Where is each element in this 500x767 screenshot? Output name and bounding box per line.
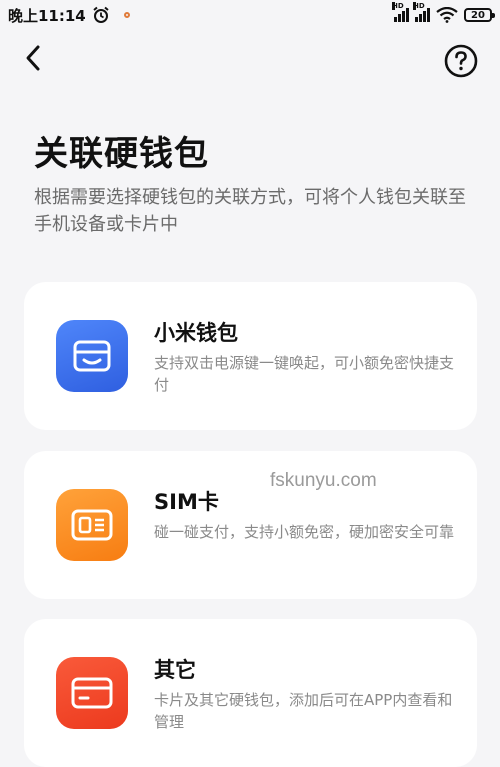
option-sim-card[interactable]: SIM卡 碰一碰支付，支持小额免密，硬加密安全可靠 bbox=[24, 451, 477, 599]
battery-icon: 20 bbox=[464, 8, 495, 22]
option-other[interactable]: 其它 卡片及其它硬钱包，添加后可在APP内查看和管理 bbox=[24, 619, 477, 767]
option-title: SIM卡 bbox=[154, 490, 219, 514]
back-button[interactable] bbox=[18, 42, 48, 74]
alarm-icon bbox=[93, 6, 109, 23]
signal-2-icon: HD bbox=[413, 2, 430, 22]
watermark-text: fskunyu.com bbox=[270, 470, 377, 491]
option-description: 卡片及其它硬钱包，添加后可在APP内查看和管理 bbox=[154, 691, 453, 731]
chevron-left-icon bbox=[26, 45, 40, 71]
status-bar: 晚上11:14 HD HD 20 bbox=[0, 0, 500, 30]
status-left: 晚上11:14 bbox=[8, 5, 130, 26]
option-icon-bg bbox=[56, 489, 128, 561]
option-title: 小米钱包 bbox=[154, 321, 238, 345]
sim-card-icon bbox=[71, 509, 113, 541]
status-time: 晚上11:14 bbox=[8, 6, 86, 25]
card-icon bbox=[71, 677, 113, 709]
option-description: 支持双击电源键一键唤起，可小额免密快捷支付 bbox=[154, 354, 455, 394]
help-button[interactable] bbox=[444, 44, 478, 78]
wifi-icon bbox=[436, 7, 458, 23]
page-title: 关联硬钱包 bbox=[34, 134, 209, 174]
option-description: 碰一碰支付，支持小额免密，硬加密安全可靠 bbox=[154, 523, 455, 541]
question-circle-icon bbox=[444, 44, 478, 78]
option-icon-bg bbox=[56, 320, 128, 392]
page-description: 根据需要选择硬钱包的关联方式，可将个人钱包关联至手机设备或卡片中 bbox=[34, 187, 466, 235]
notification-dot-icon bbox=[123, 12, 130, 18]
option-icon-bg bbox=[56, 657, 128, 729]
wallet-icon bbox=[73, 340, 111, 372]
signal-1-icon: HD bbox=[392, 2, 409, 22]
status-right: HD HD 20 bbox=[392, 2, 495, 23]
option-title: 其它 bbox=[154, 658, 196, 682]
option-xiaomi-wallet[interactable]: 小米钱包 支持双击电源键一键唤起，可小额免密快捷支付 bbox=[24, 282, 477, 430]
